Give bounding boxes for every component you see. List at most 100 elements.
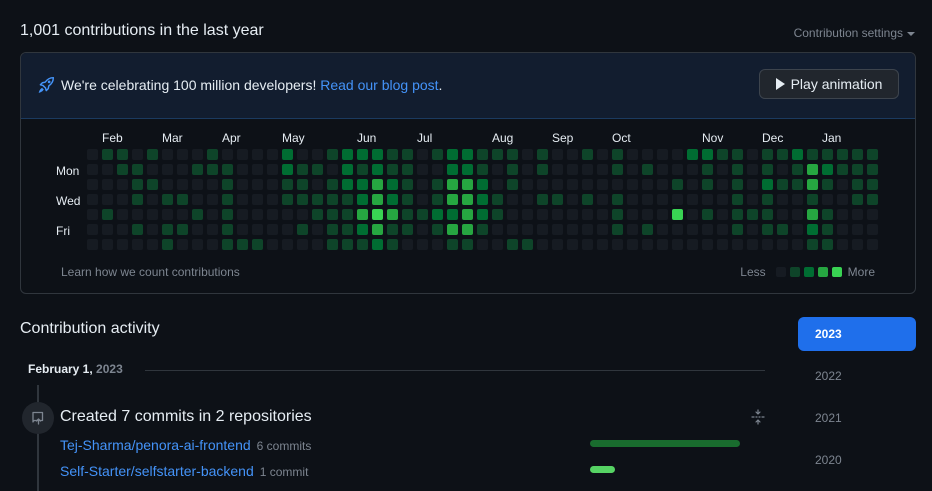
contribution-day[interactable]	[477, 179, 488, 190]
contribution-day[interactable]	[642, 164, 653, 175]
contribution-day[interactable]	[627, 164, 638, 175]
contribution-day[interactable]	[507, 194, 518, 205]
contribution-day[interactable]	[387, 209, 398, 220]
contribution-day[interactable]	[267, 194, 278, 205]
contribution-day[interactable]	[732, 194, 743, 205]
year-2021[interactable]: 2021	[798, 401, 916, 435]
contribution-day[interactable]	[522, 149, 533, 160]
contribution-day[interactable]	[717, 149, 728, 160]
contribution-day[interactable]	[672, 239, 683, 250]
contribution-day[interactable]	[762, 239, 773, 250]
contribution-day[interactable]	[687, 179, 698, 190]
contribution-day[interactable]	[537, 239, 548, 250]
contribution-day[interactable]	[477, 194, 488, 205]
contribution-day[interactable]	[252, 164, 263, 175]
contribution-day[interactable]	[282, 149, 293, 160]
contribution-day[interactable]	[627, 179, 638, 190]
contribution-day[interactable]	[852, 194, 863, 205]
contribution-day[interactable]	[132, 194, 143, 205]
contribution-day[interactable]	[672, 164, 683, 175]
contribution-day[interactable]	[687, 224, 698, 235]
learn-contributions-link[interactable]: Learn how we count contributions	[61, 265, 240, 279]
contribution-day[interactable]	[852, 179, 863, 190]
contribution-day[interactable]	[432, 194, 443, 205]
contribution-day[interactable]	[417, 179, 428, 190]
contribution-day[interactable]	[852, 164, 863, 175]
contribution-day[interactable]	[492, 179, 503, 190]
contribution-day[interactable]	[207, 239, 218, 250]
contribution-day[interactable]	[837, 194, 848, 205]
contribution-day[interactable]	[237, 209, 248, 220]
contribution-day[interactable]	[462, 179, 473, 190]
contribution-day[interactable]	[762, 179, 773, 190]
contribution-day[interactable]	[447, 209, 458, 220]
contribution-day[interactable]	[387, 179, 398, 190]
repo-name[interactable]: Tej-Sharma/penora-ai-frontend	[60, 437, 251, 453]
contribution-day[interactable]	[717, 224, 728, 235]
contribution-day[interactable]	[867, 194, 878, 205]
contribution-day[interactable]	[342, 209, 353, 220]
contribution-day[interactable]	[777, 179, 788, 190]
contribution-day[interactable]	[417, 164, 428, 175]
contribution-day[interactable]	[582, 209, 593, 220]
contribution-day[interactable]	[192, 194, 203, 205]
contribution-day[interactable]	[117, 239, 128, 250]
contribution-day[interactable]	[117, 149, 128, 160]
contribution-day[interactable]	[792, 194, 803, 205]
contribution-day[interactable]	[222, 179, 233, 190]
contribution-day[interactable]	[312, 194, 323, 205]
contribution-day[interactable]	[507, 239, 518, 250]
contribution-day[interactable]	[552, 224, 563, 235]
contribution-day[interactable]	[687, 164, 698, 175]
contribution-day[interactable]	[567, 239, 578, 250]
contribution-day[interactable]	[417, 209, 428, 220]
contribution-day[interactable]	[162, 239, 173, 250]
contribution-day[interactable]	[567, 164, 578, 175]
contribution-day[interactable]	[312, 179, 323, 190]
contribution-day[interactable]	[822, 164, 833, 175]
contribution-day[interactable]	[732, 239, 743, 250]
contribution-day[interactable]	[432, 179, 443, 190]
contribution-day[interactable]	[507, 179, 518, 190]
contribution-day[interactable]	[642, 194, 653, 205]
contribution-day[interactable]	[102, 179, 113, 190]
contribution-day[interactable]	[807, 239, 818, 250]
contribution-day[interactable]	[462, 194, 473, 205]
contribution-day[interactable]	[177, 194, 188, 205]
contribution-day[interactable]	[522, 194, 533, 205]
contribution-day[interactable]	[207, 164, 218, 175]
contribution-day[interactable]	[87, 194, 98, 205]
contribution-day[interactable]	[237, 179, 248, 190]
contribution-day[interactable]	[552, 194, 563, 205]
contribution-day[interactable]	[402, 224, 413, 235]
contribution-day[interactable]	[237, 164, 248, 175]
contribution-day[interactable]	[657, 209, 668, 220]
contribution-day[interactable]	[642, 209, 653, 220]
contribution-day[interactable]	[642, 224, 653, 235]
contribution-day[interactable]	[492, 239, 503, 250]
contribution-day[interactable]	[222, 209, 233, 220]
contribution-day[interactable]	[387, 194, 398, 205]
contribution-day[interactable]	[372, 164, 383, 175]
contribution-day[interactable]	[192, 209, 203, 220]
contribution-day[interactable]	[177, 164, 188, 175]
contribution-day[interactable]	[747, 164, 758, 175]
contribution-day[interactable]	[132, 209, 143, 220]
contribution-day[interactable]	[732, 209, 743, 220]
contribution-day[interactable]	[537, 209, 548, 220]
contribution-day[interactable]	[342, 194, 353, 205]
contribution-day[interactable]	[192, 239, 203, 250]
contribution-day[interactable]	[222, 239, 233, 250]
fold-icon[interactable]	[750, 409, 766, 425]
contribution-day[interactable]	[282, 179, 293, 190]
contribution-day[interactable]	[777, 224, 788, 235]
contribution-day[interactable]	[312, 164, 323, 175]
contribution-day[interactable]	[87, 179, 98, 190]
contribution-day[interactable]	[717, 179, 728, 190]
contribution-day[interactable]	[477, 239, 488, 250]
contribution-day[interactable]	[402, 149, 413, 160]
contribution-day[interactable]	[867, 149, 878, 160]
contribution-day[interactable]	[402, 164, 413, 175]
contribution-day[interactable]	[162, 194, 173, 205]
contribution-day[interactable]	[177, 224, 188, 235]
